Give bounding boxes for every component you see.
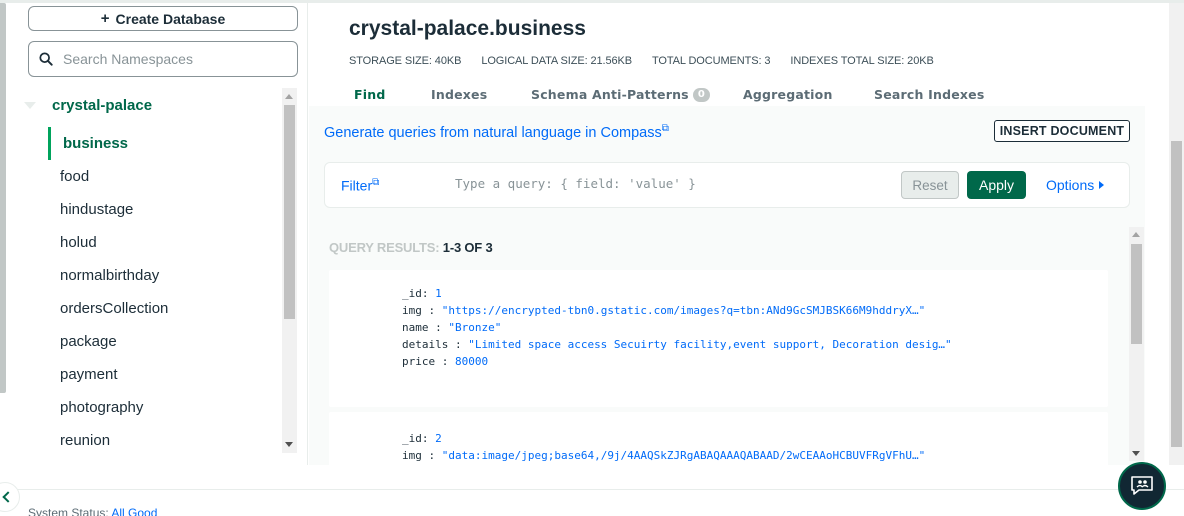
scrollbar-thumb[interactable] [1171, 141, 1182, 447]
create-database-label: Create Database [115, 10, 226, 27]
tab-indexes[interactable]: Indexes [431, 87, 487, 102]
caret-right-icon [1099, 181, 1105, 189]
field-value: 80000 [454, 355, 489, 368]
sidebar-item-orderscollection[interactable]: ordersCollection [48, 292, 282, 325]
collection-list: business food hindustage holud normalbir… [48, 127, 282, 457]
filter-link[interactable]: Filter⧉ [341, 177, 379, 194]
reset-button[interactable]: Reset [901, 171, 959, 199]
document-card[interactable]: _id: 2 img : "data:image/jpeg;base64,/9j… [329, 412, 1108, 472]
plus-icon: + [100, 10, 110, 27]
tab-search-indexes-label: Search Indexes [874, 87, 985, 102]
query-results-label: QUERY RESULTS: 1-3 OF 3 [329, 240, 493, 255]
tab-find[interactable]: Find [354, 87, 385, 102]
external-link-icon: ⧉ [372, 177, 380, 188]
sidebar-scroll-edge[interactable] [0, 3, 6, 393]
apply-button[interactable]: Apply [967, 171, 1026, 199]
sidebar-item-package[interactable]: package [48, 325, 282, 358]
system-status: System Status: All Good [28, 506, 157, 516]
total-documents-stat: TOTAL DOCUMENTS: 3 [651, 55, 771, 67]
main-panel: crystal-palace.business STORAGE SIZE: 40… [309, 3, 1145, 472]
caret-down-icon[interactable] [24, 101, 36, 109]
field-value: "Bronze" [448, 321, 502, 334]
sidebar-scrollbar[interactable] [282, 88, 297, 453]
results-count: 1-3 OF 3 [442, 240, 493, 255]
tab-aggregation-label: Aggregation [743, 87, 833, 102]
results-label-text: QUERY RESULTS: [329, 240, 440, 255]
field-value: "Limited space access Secuirty facility,… [468, 338, 952, 351]
results-scrollbar[interactable] [1129, 227, 1144, 461]
document-field-img: img : "https://encrypted-tbn0.gstatic.co… [402, 304, 926, 317]
create-database-button[interactable]: + Create Database [28, 6, 298, 31]
sidebar-item-photography[interactable]: photography [48, 391, 282, 424]
chat-support-button[interactable] [1118, 462, 1166, 510]
indexes-size-stat: INDEXES TOTAL SIZE: 20KB [790, 55, 934, 67]
options-label: Options [1046, 177, 1095, 193]
nl-query-link-label: Generate queries from natural language i… [324, 124, 662, 141]
external-link-icon: ⧉ [661, 123, 669, 134]
tab-find-label: Find [354, 87, 386, 102]
sidebar-item-holud[interactable]: holud [48, 226, 282, 259]
scroll-down-arrow-icon[interactable] [285, 442, 293, 447]
document-field-price: price : 80000 [402, 355, 489, 368]
document-field-id: _id: 2 [402, 432, 442, 445]
scroll-down-arrow-icon[interactable] [1132, 451, 1140, 456]
document-field-name: name : "Bronze" [402, 321, 502, 334]
filter-label: Filter [341, 177, 373, 194]
page-title: crystal-palace.business [349, 17, 586, 40]
field-value: "data:image/jpeg;base64,/9j/4AAQSkZJRgAB… [441, 449, 926, 462]
document-card[interactable]: _id: 1 img : "https://encrypted-tbn0.gst… [329, 270, 1108, 407]
system-status-link[interactable]: All Good [111, 506, 157, 516]
scroll-up-arrow-icon[interactable] [1132, 232, 1140, 237]
system-status-label: System Status: [28, 506, 109, 516]
document-field-details: details : "Limited space access Secuirty… [402, 338, 952, 351]
count-badge: 0 [692, 87, 710, 102]
tab-indexes-label: Indexes [431, 87, 488, 102]
field-value: 2 [435, 432, 442, 445]
tab-schema-label: Schema Anti-Patterns [531, 87, 689, 102]
query-input[interactable] [455, 176, 895, 191]
sidebar-item-payment[interactable]: payment [48, 358, 282, 391]
query-bar: Filter⧉ Reset Apply Options [324, 162, 1130, 208]
sidebar-item-food[interactable]: food [48, 160, 282, 193]
status-bar [0, 489, 1184, 516]
tab-search-indexes[interactable]: Search Indexes [874, 87, 985, 102]
sidebar-item-normalbirthday[interactable]: normalbirthday [48, 259, 282, 292]
sidebar-item-business[interactable]: business [48, 127, 282, 160]
sidebar-item-hindustage[interactable]: hindustage [48, 193, 282, 226]
field-value: "https://encrypted-tbn0.gstatic.com/imag… [441, 304, 926, 317]
search-namespaces-input[interactable] [63, 51, 283, 67]
scrollbar-thumb[interactable] [1131, 244, 1142, 344]
search-icon [39, 52, 53, 66]
chat-icon [1131, 476, 1153, 495]
scroll-up-arrow-icon[interactable] [285, 94, 293, 99]
chevron-left-icon [2, 491, 14, 503]
sidebar-item-reunion[interactable]: reunion [48, 424, 282, 457]
logical-size-stat: LOGICAL DATA SIZE: 21.56KB [481, 55, 632, 67]
nl-query-link[interactable]: Generate queries from natural language i… [324, 123, 669, 141]
database-name: crystal-palace [52, 96, 153, 114]
sidebar-database-crystal-palace[interactable]: crystal-palace [24, 94, 152, 116]
insert-document-button[interactable]: INSERT DOCUMENT [994, 120, 1130, 142]
search-namespaces-field[interactable] [28, 41, 298, 77]
document-field-id: _id: 1 [402, 287, 442, 300]
field-value: 1 [435, 287, 442, 300]
document-field-img: img : "data:image/jpeg;base64,/9j/4AAQSk… [402, 449, 926, 462]
scrollbar-thumb[interactable] [284, 105, 295, 319]
storage-size-stat: STORAGE SIZE: 40KB [349, 55, 462, 67]
tab-schema-anti-patterns[interactable]: Schema Anti-Patterns 0 [531, 87, 710, 102]
tab-aggregation[interactable]: Aggregation [743, 87, 833, 102]
find-content: Generate queries from natural language i… [309, 106, 1145, 472]
options-toggle[interactable]: Options [1046, 177, 1105, 193]
page-scrollbar[interactable] [1169, 3, 1184, 465]
collection-stats: STORAGE SIZE: 40KB LOGICAL DATA SIZE: 21… [349, 55, 934, 67]
